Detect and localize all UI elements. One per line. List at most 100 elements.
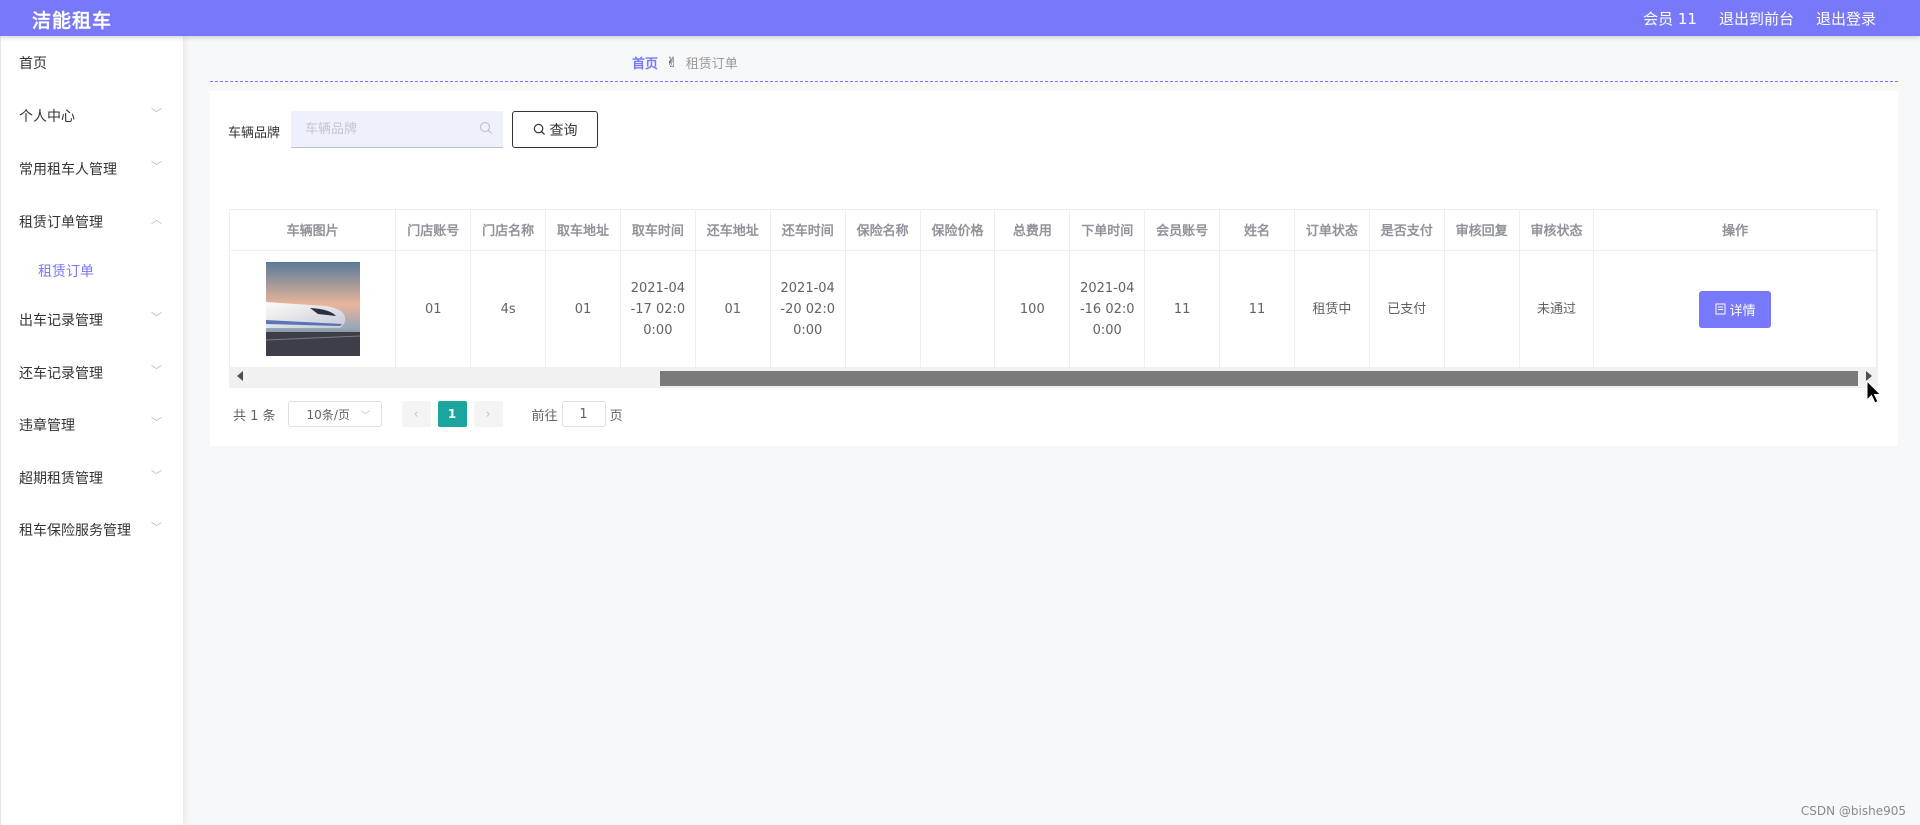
chevron-down-icon: ﹀	[151, 364, 162, 377]
column-header: 取车时间	[620, 210, 696, 251]
cell-store-name: 4s	[470, 250, 547, 368]
column-header: 还车时间	[770, 210, 846, 251]
chevron-down-icon: ﹀	[360, 410, 371, 422]
breadcrumb-divider	[210, 81, 1898, 82]
scrollbar-thumb[interactable]	[660, 371, 1858, 386]
search-field[interactable]	[291, 111, 503, 148]
sidebar: 首页 个人中心 ﹀ 常用租车人管理 ﹀ 租赁订单管理 ︿ 租赁订单 出车记录管理…	[0, 36, 183, 825]
prev-page-button[interactable]: ‹	[401, 401, 431, 427]
search-label: 车辆品牌	[228, 126, 281, 141]
pickup-time-text: 2021-04-17 02:00:00	[630, 280, 686, 338]
query-button[interactable]: 查询	[512, 111, 598, 148]
cell-review-reply	[1444, 250, 1520, 368]
back-to-front-link[interactable]: 退出到前台	[1719, 8, 1794, 29]
sidebar-item-label: 租赁订单	[38, 264, 94, 280]
sidebar-item-order-management[interactable]: 租赁订单管理 ︿	[1, 203, 184, 239]
chevron-down-icon: ﹀	[151, 160, 162, 173]
search-icon	[479, 121, 492, 134]
sidebar-item-dispatch-records[interactable]: 出车记录管理 ﹀	[1, 301, 184, 337]
cell-member-account: 11	[1144, 250, 1221, 368]
sidebar-item-violations[interactable]: 违章管理 ﹀	[1, 406, 184, 442]
column-header: 下单时间	[1069, 210, 1146, 251]
top-header: 洁能租车 会员 11 退出到前台 退出登录	[0, 0, 1920, 36]
column-header: 门店账号	[395, 210, 472, 251]
chevron-down-icon: ﹀	[151, 469, 162, 482]
column-header: 订单状态	[1294, 210, 1370, 251]
chevron-left-icon: ‹	[413, 406, 419, 422]
return-time-text: 2021-04-20 02:00:00	[780, 280, 835, 338]
column-header: 审核回复	[1444, 210, 1520, 251]
chevron-down-icon: ﹀	[151, 416, 162, 429]
watermark: CSDN @bishe905	[1800, 804, 1906, 818]
user-label[interactable]: 会员 11	[1643, 8, 1697, 29]
breadcrumb-home[interactable]: 首页	[632, 53, 658, 72]
cell-order-status: 租赁中	[1294, 250, 1370, 368]
cell-pickup-time: 2021-04-17 02:00:00	[620, 250, 696, 368]
sidebar-item-label: 租车保险服务管理	[19, 523, 131, 539]
column-header: 总费用	[994, 210, 1071, 251]
cell-return-time: 2021-04-20 02:00:00	[770, 250, 846, 368]
order-time-text: 2021-04-16 02:00:00	[1079, 280, 1135, 338]
sidebar-item-label: 出车记录管理	[19, 313, 103, 329]
sidebar-item-renter-management[interactable]: 常用租车人管理 ﹀	[1, 150, 184, 186]
column-header: 审核状态	[1519, 210, 1595, 251]
sidebar-item-overdue-rental[interactable]: 超期租赁管理 ﹀	[1, 459, 184, 495]
cell-pickup-address: 01	[545, 250, 621, 368]
sidebar-item-label: 还车记录管理	[19, 366, 103, 382]
goto-page-input[interactable]	[561, 401, 606, 427]
column-header: 还车地址	[695, 210, 771, 251]
chevron-up-icon: ︿	[151, 213, 162, 226]
cell-insurance-name	[845, 250, 921, 368]
detail-button-label: 详情	[1729, 302, 1756, 318]
goto-prefix: 前往	[531, 408, 558, 424]
table-row: 01 4s 01 2021-04-17 02:00:00 01 2021-04-…	[230, 250, 1877, 368]
cell-paid: 已支付	[1369, 250, 1445, 368]
horizontal-scrollbar[interactable]	[229, 367, 1878, 387]
breadcrumb: 首页 ✌ 租赁订单	[632, 53, 738, 73]
breadcrumb-current: 租赁订单	[685, 57, 738, 72]
column-header: 保险价格	[920, 210, 996, 251]
pagination-total: 共 1 条	[233, 408, 276, 424]
cell-car-image	[230, 250, 397, 368]
logout-link[interactable]: 退出登录	[1816, 8, 1876, 29]
chevron-right-icon: ›	[485, 406, 491, 422]
search-icon	[533, 123, 545, 136]
table-header-row: 车辆图片 门店账号 门店名称 取车地址 取车时间 还车地址 还车时间 保险名称 …	[230, 210, 1877, 251]
search-input[interactable]	[291, 111, 471, 147]
column-header: 取车地址	[545, 210, 621, 251]
page-size-select[interactable]: 10条/页 ﹀	[287, 401, 382, 427]
chevron-down-icon: ﹀	[151, 107, 162, 120]
column-header: 操作	[1593, 210, 1877, 251]
column-header: 门店名称	[470, 210, 547, 251]
cell-store-account: 01	[395, 250, 472, 368]
train-image	[265, 262, 360, 357]
brand-title: 洁能租车	[32, 10, 113, 32]
header-actions: 会员 11 退出到前台 退出登录	[1643, 8, 1876, 29]
page-number-active[interactable]: 1	[437, 401, 467, 427]
sidebar-item-home[interactable]: 首页	[1, 44, 184, 80]
goto-suffix: 页	[609, 408, 623, 424]
sidebar-item-insurance-service[interactable]: 租车保险服务管理 ﹀	[1, 511, 184, 547]
cell-name: 11	[1219, 250, 1295, 368]
sidebar-item-label: 超期租赁管理	[19, 471, 103, 487]
sidebar-item-rental-order[interactable]: 租赁订单	[1, 252, 184, 288]
cell-insurance-price	[920, 250, 996, 368]
sidebar-item-label: 违章管理	[19, 418, 75, 434]
sidebar-item-label: 常用租车人管理	[19, 162, 117, 178]
query-button-label: 查询	[549, 121, 578, 138]
next-page-button[interactable]: ›	[473, 401, 503, 427]
orders-table: 车辆图片 门店账号 门店名称 取车地址 取车时间 还车地址 还车时间 保险名称 …	[229, 209, 1878, 388]
chevron-down-icon: ﹀	[151, 521, 162, 534]
sidebar-item-personal-center[interactable]: 个人中心 ﹀	[1, 97, 184, 133]
chevron-down-icon: ﹀	[151, 311, 162, 324]
cell-return-address: 01	[695, 250, 771, 368]
hand-icon: ✌	[666, 54, 678, 71]
column-header: 会员账号	[1144, 210, 1221, 251]
sidebar-item-return-records[interactable]: 还车记录管理 ﹀	[1, 354, 184, 390]
column-header: 姓名	[1219, 210, 1295, 251]
detail-button[interactable]: 详情	[1699, 290, 1772, 328]
cell-total-cost: 100	[994, 250, 1071, 368]
document-icon	[1715, 303, 1726, 315]
scroll-left-icon[interactable]	[237, 371, 243, 381]
column-header: 是否支付	[1369, 210, 1445, 251]
